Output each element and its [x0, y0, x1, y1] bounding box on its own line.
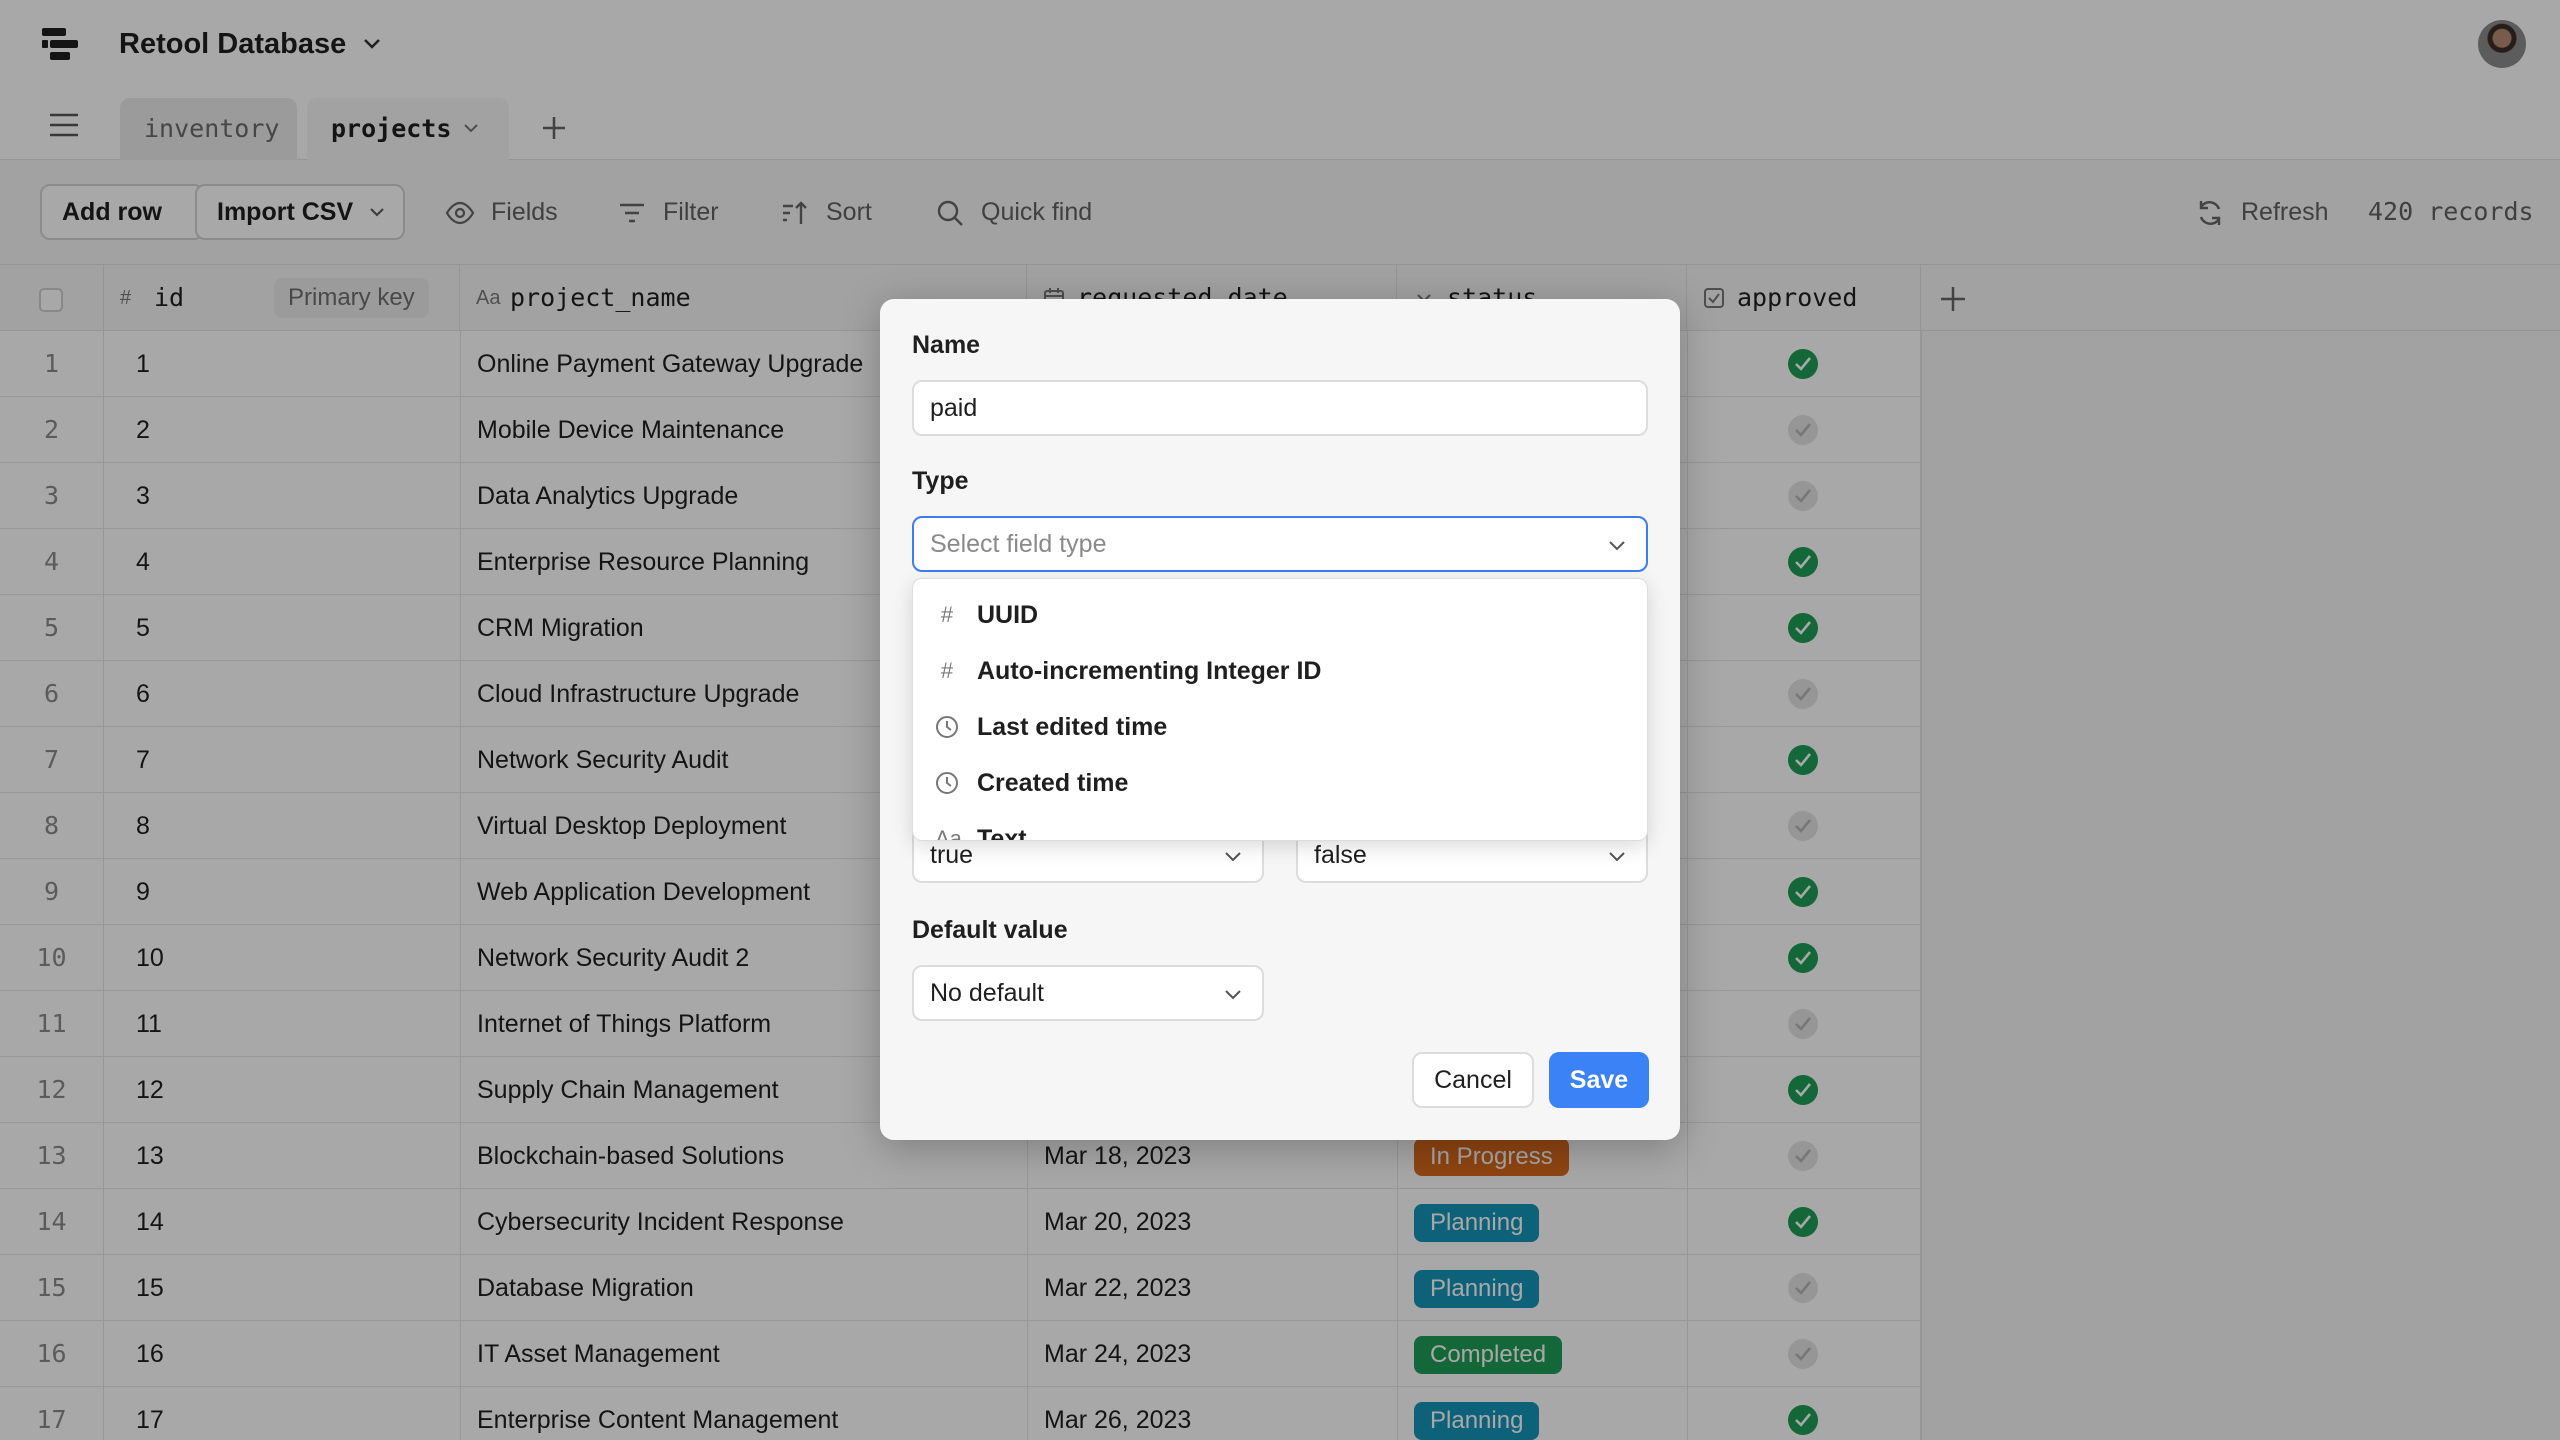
cancel-button[interactable]: Cancel — [1412, 1052, 1534, 1108]
chevron-down-icon — [1609, 541, 1625, 551]
option-label: Auto-incrementing Integer ID — [977, 657, 1322, 685]
option-label: Last edited time — [977, 713, 1168, 741]
type-option-last-edited-time[interactable]: Last edited time — [913, 699, 1647, 755]
option-label: UUID — [977, 601, 1039, 629]
name-label: Name — [912, 331, 981, 359]
type-option-created-time[interactable]: Created time — [913, 755, 1647, 811]
true-value: true — [930, 841, 974, 869]
field-type-placeholder: Select field type — [930, 530, 1107, 558]
default-value: No default — [930, 979, 1044, 1007]
hash-icon: # — [940, 658, 954, 683]
false-value: false — [1314, 841, 1367, 869]
chevron-down-icon — [1609, 852, 1625, 862]
chevron-down-icon — [1225, 990, 1241, 1000]
clock-icon — [936, 716, 958, 738]
clock-icon — [936, 772, 958, 794]
chevron-down-icon — [1225, 852, 1241, 862]
field-type-select[interactable]: Select field type — [912, 516, 1648, 572]
type-option-text[interactable]: Aa Text — [913, 811, 1647, 841]
save-button[interactable]: Save — [1549, 1052, 1649, 1108]
default-value-select[interactable]: No default — [912, 965, 1264, 1021]
option-label: Text — [977, 825, 1027, 841]
type-option-auto-increment-id[interactable]: # Auto-incrementing Integer ID — [913, 643, 1647, 699]
type-label: Type — [912, 467, 969, 495]
name-input[interactable]: paid — [912, 380, 1648, 436]
default-value-label: Default value — [912, 916, 1068, 944]
field-type-dropdown: # UUID # Auto-incrementing Integer ID La… — [912, 578, 1648, 841]
text-type-icon: Aa — [935, 826, 962, 841]
type-option-uuid[interactable]: # UUID — [913, 587, 1647, 643]
option-label: Created time — [977, 769, 1129, 797]
hash-icon: # — [940, 602, 954, 627]
